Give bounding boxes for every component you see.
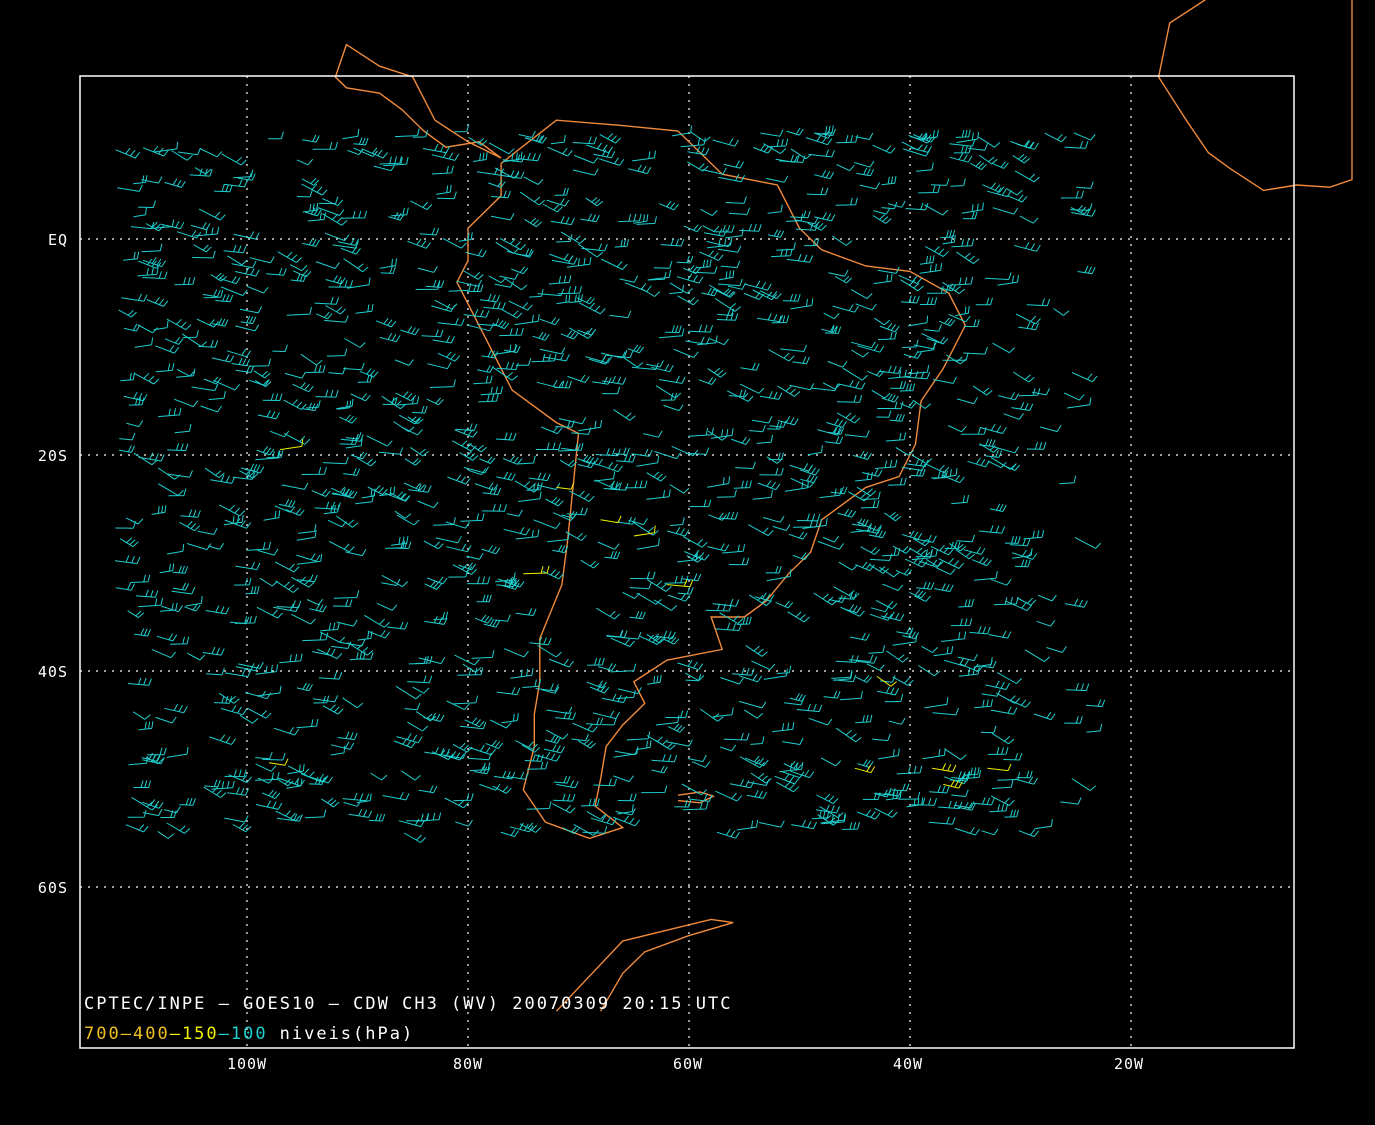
legend-sep-1: — xyxy=(121,1024,133,1044)
lat-label-60s: 60S xyxy=(38,879,68,897)
legend-level-700: 700 xyxy=(84,1024,121,1044)
legend-level-100: 100 xyxy=(231,1024,268,1044)
legend-sep-3: — xyxy=(219,1024,231,1044)
level-legend: 700—400—150—100 niveis(hPa) xyxy=(84,1024,414,1044)
legend-sep-2: — xyxy=(170,1024,182,1044)
lat-label-eq: EQ xyxy=(48,231,68,249)
lon-label-80w: 80W xyxy=(453,1055,483,1073)
background xyxy=(0,0,1375,1125)
map-title: CPTEC/INPE — GOES10 — CDW CH3 (WV) 20070… xyxy=(84,994,732,1014)
lon-label-20w: 20W xyxy=(1114,1055,1144,1073)
lat-label-20s: 20S xyxy=(38,447,68,465)
legend-level-150: 150 xyxy=(182,1024,219,1044)
wind-map: EQ 20S 40S 60S 100W 80W 60W 40W 20W CPTE… xyxy=(0,0,1375,1125)
lon-label-100w: 100W xyxy=(227,1055,267,1073)
lon-label-40w: 40W xyxy=(893,1055,923,1073)
legend-suffix: niveis(hPa) xyxy=(280,1024,415,1044)
lat-label-40s: 40S xyxy=(38,663,68,681)
lon-label-60w: 60W xyxy=(673,1055,703,1073)
legend-level-400: 400 xyxy=(133,1024,170,1044)
